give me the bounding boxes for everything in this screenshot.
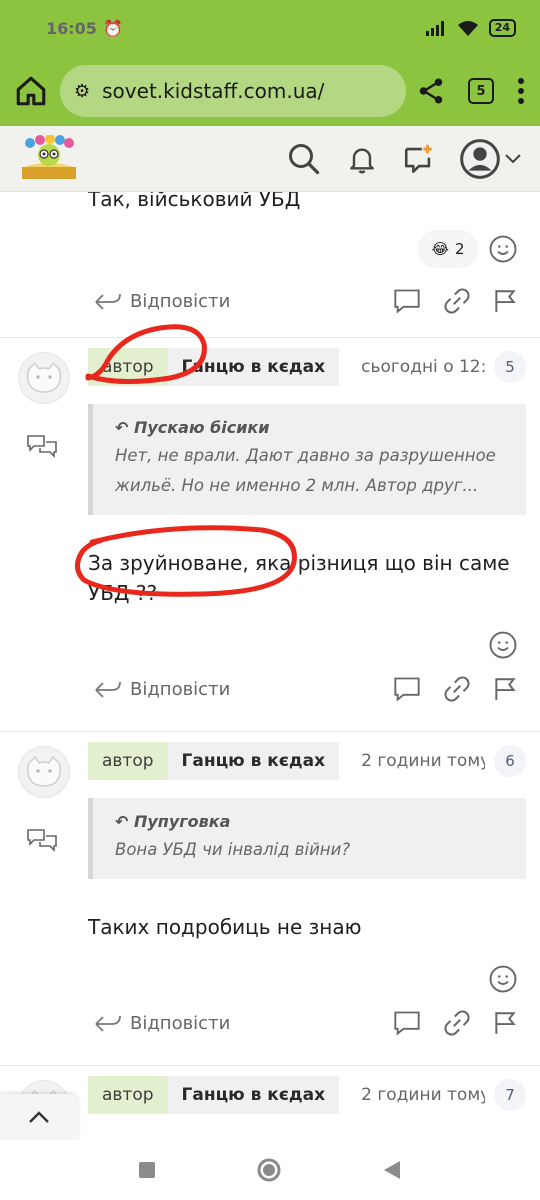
author-badge: автор	[88, 1076, 168, 1114]
author-badge: автор	[88, 348, 168, 386]
home-circle-icon[interactable]	[256, 1157, 282, 1183]
quote-block: ↶ Пускаю бісики Нет, не врали. Дают давн…	[88, 404, 526, 515]
post-actions: Відповісти	[94, 286, 518, 316]
battery-indicator: 24	[488, 19, 516, 37]
report-flag-icon[interactable]	[492, 675, 518, 703]
url-text: sovet.kidstaff.com.ua/	[102, 79, 325, 103]
quote-icon[interactable]	[26, 432, 58, 460]
home-icon[interactable]	[14, 74, 48, 108]
quote-block: ↶ Пупуговка Вона УБД чи інвалід війни?	[88, 798, 526, 879]
link-icon[interactable]	[444, 1010, 470, 1036]
comment-icon[interactable]	[392, 287, 422, 315]
reply-arrow-icon	[95, 1015, 121, 1032]
post-body: Таких подробиць не знаю	[88, 915, 362, 939]
reply-button[interactable]: Відповісти	[94, 1012, 230, 1034]
username-link[interactable]: Ганцю в кєдах	[167, 742, 340, 780]
alarm-icon: ⏰	[102, 18, 123, 38]
more-menu-icon[interactable]	[516, 77, 526, 105]
avatar[interactable]	[18, 352, 70, 404]
avatar[interactable]	[18, 746, 70, 798]
back-triangle-icon[interactable]	[382, 1159, 402, 1181]
username-link[interactable]: Ганцю в кєдах	[167, 1076, 340, 1114]
chevron-up-icon	[29, 1111, 49, 1123]
quote-arrow-icon: ↶	[115, 418, 134, 437]
reply-button[interactable]: Відповісти	[94, 678, 230, 700]
reply-button[interactable]: Відповісти	[94, 290, 230, 312]
recents-square-icon[interactable]	[138, 1161, 156, 1179]
post-number[interactable]: 7	[494, 1079, 526, 1111]
cat-avatar-icon	[26, 361, 62, 393]
post-number[interactable]: 5	[494, 351, 526, 383]
add-reaction-icon[interactable]	[488, 964, 518, 994]
site-header	[0, 126, 540, 192]
quote-icon[interactable]	[26, 826, 58, 854]
username-link[interactable]: Ганцю в кєдах	[167, 348, 340, 386]
quote-text: Нет, не врали. Дают давно за разрушенное…	[115, 446, 496, 495]
reaction-count: 2	[454, 240, 465, 258]
notifications-bell-icon[interactable]	[346, 142, 378, 176]
post-meta: автор Ганцю в кєдах сьогодні о 12:5 5	[88, 348, 526, 386]
laughing-emoji-icon: 😂	[431, 240, 449, 258]
clock: 16:05	[46, 18, 97, 38]
site-logo[interactable]	[18, 134, 80, 183]
post-number[interactable]: 6	[494, 745, 526, 777]
link-icon[interactable]	[444, 676, 470, 702]
new-message-icon[interactable]	[402, 142, 436, 176]
post-meta: автор Ганцю в кєдах 2 години тому 7	[88, 1076, 526, 1114]
post-time[interactable]: 2 години тому	[361, 1085, 485, 1105]
add-reaction-icon[interactable]	[488, 234, 518, 264]
post-item: Так, військовий УБД 😂 2 Відповісти	[0, 192, 540, 338]
chevron-down-icon	[505, 153, 521, 163]
quote-author[interactable]: ↶ Пупуговка	[115, 812, 504, 831]
share-icon[interactable]	[416, 76, 446, 106]
comment-icon[interactable]	[392, 675, 422, 703]
status-bar: 16:05 ⏰ 24	[0, 0, 540, 56]
scroll-top-button[interactable]	[0, 1094, 78, 1140]
post-actions: Відповісти	[94, 674, 518, 704]
report-flag-icon[interactable]	[492, 287, 518, 315]
post-actions: Відповісти	[94, 1008, 518, 1038]
user-avatar-icon	[460, 138, 500, 179]
thread-content: Так, військовий УБД 😂 2 Відповісти автор	[0, 192, 540, 1140]
quote-text: Вона УБД чи інвалід війни?	[115, 840, 351, 859]
reply-arrow-icon	[95, 681, 121, 698]
system-nav-bar	[0, 1140, 540, 1200]
user-menu[interactable]	[460, 138, 522, 179]
author-badge: автор	[88, 742, 168, 780]
quote-author[interactable]: ↶ Пускаю бісики	[115, 418, 504, 437]
report-flag-icon[interactable]	[492, 1009, 518, 1037]
site-settings-icon[interactable]: ⚙	[74, 81, 90, 102]
post-time[interactable]: сьогодні о 12:5	[361, 357, 485, 377]
post-item: автор Ганцю в кєдах сьогодні о 12:5 5 ↶ …	[0, 338, 540, 732]
reaction-badge[interactable]: 😂 2	[418, 230, 478, 268]
browser-toolbar: ⚙ sovet.kidstaff.com.ua/ 5	[0, 56, 540, 126]
comment-icon[interactable]	[392, 1009, 422, 1037]
post-item: автор Ганцю в кєдах 2 години тому 6 ↶ Пу…	[0, 732, 540, 1066]
quote-arrow-icon: ↶	[115, 812, 134, 831]
search-icon[interactable]	[286, 141, 322, 177]
link-icon[interactable]	[444, 288, 470, 314]
cat-avatar-icon	[26, 755, 62, 787]
tab-switcher-button[interactable]: 5	[468, 78, 494, 104]
signal-icon	[425, 21, 444, 36]
reply-arrow-icon	[95, 293, 121, 310]
post-item: автор Ганцю в кєдах 2 години тому 7	[0, 1066, 540, 1140]
address-bar[interactable]: ⚙ sovet.kidstaff.com.ua/	[60, 65, 406, 117]
post-body: Так, військовий УБД	[88, 192, 301, 211]
post-time[interactable]: 2 години тому	[361, 751, 485, 771]
wifi-icon	[457, 21, 478, 36]
add-reaction-icon[interactable]	[488, 630, 518, 660]
post-body: За зруйноване, яка різниця що він саме У…	[88, 551, 510, 605]
post-meta: автор Ганцю в кєдах 2 години тому 6	[88, 742, 526, 780]
